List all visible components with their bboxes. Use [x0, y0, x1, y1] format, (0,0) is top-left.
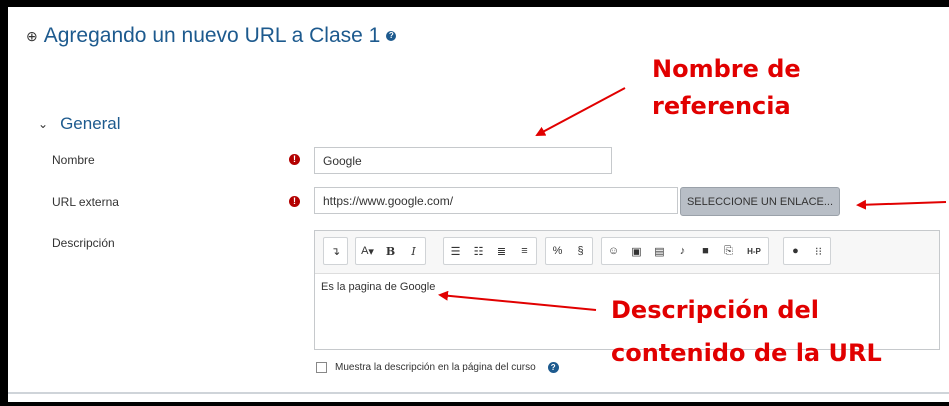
- annotation-arrows: [438, 87, 947, 311]
- arrow-to-select-link: [856, 199, 947, 210]
- arrow-to-name-input: [535, 87, 626, 136]
- arrow-to-description: [438, 290, 597, 311]
